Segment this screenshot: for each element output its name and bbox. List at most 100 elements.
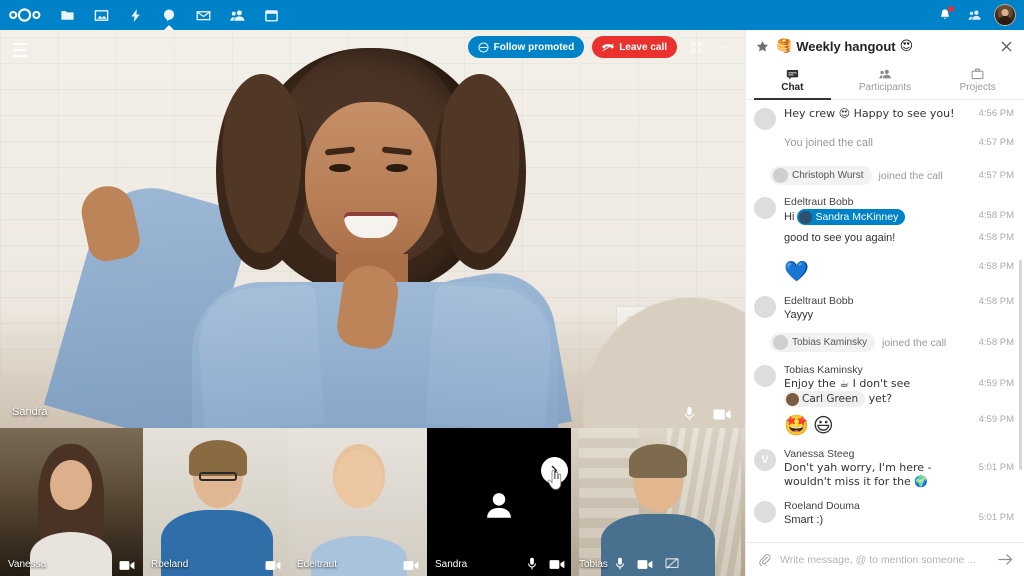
tab-participants[interactable]: Participants — [839, 62, 932, 99]
top-navigation-bar — [0, 0, 1024, 30]
leave-call-button[interactable]: Leave call — [592, 36, 677, 58]
message-avatar-spacer — [754, 261, 776, 283]
message-avatar[interactable] — [754, 296, 776, 318]
participant-tile-roeland[interactable]: Roeland — [143, 428, 289, 576]
message-time: 4:56 PM — [978, 108, 1014, 119]
mention-chip[interactable]: Carl Green — [784, 391, 866, 407]
message-text: joined the call — [882, 336, 947, 349]
close-icon[interactable] — [996, 36, 1016, 56]
message-author: Edeltraut Bobb — [784, 196, 854, 208]
participant-name: Roeland — [151, 559, 189, 570]
message-avatar[interactable]: V — [754, 449, 776, 471]
participant-strip: Vanessa Roeland Edeltraut Sandra Tobias — [0, 428, 745, 576]
talk-icon[interactable] — [152, 0, 186, 30]
avatar-initial: V — [761, 454, 769, 466]
microphone-icon[interactable] — [527, 557, 537, 571]
conversation-title: 🥞 Weekly hangout 😍 — [776, 39, 913, 54]
message-avatar[interactable] — [754, 365, 776, 387]
message-time: 4:58 PM — [978, 210, 1014, 221]
microphone-icon[interactable] — [615, 557, 625, 571]
camera-icon[interactable] — [265, 560, 281, 571]
calendar-icon[interactable] — [254, 0, 288, 30]
send-arrow-icon[interactable] — [996, 551, 1014, 569]
user-chip[interactable]: Tobias Kaminsky — [770, 333, 876, 352]
participant-tile-edeltraut[interactable]: Edeltraut — [289, 428, 427, 576]
mention-chip[interactable]: Sandra McKinney — [797, 209, 906, 225]
message-avatar[interactable] — [754, 197, 776, 219]
message-avatar[interactable] — [754, 501, 776, 523]
chat-sidebar: 🥞 Weekly hangout 😍 Chat Participants Pro… — [745, 30, 1024, 576]
camera-icon[interactable] — [119, 560, 135, 571]
message-time: 4:58 PM — [978, 232, 1014, 243]
screenshare-off-icon[interactable] — [665, 558, 679, 570]
participant-av-icons — [119, 560, 135, 571]
mention-avatar — [799, 210, 813, 224]
promoted-video[interactable]: Follow promoted Leave call Sandra — [0, 30, 745, 428]
message-text: You joined the call — [784, 137, 873, 149]
chat-message: V Vanessa Steeg Don't yah worry, I'm her… — [746, 440, 1024, 492]
follow-promoted-button[interactable]: Follow promoted — [467, 36, 585, 58]
star-icon[interactable] — [756, 40, 769, 53]
app-root: Follow promoted Leave call Sandra Vaness… — [0, 0, 1024, 576]
grid-view-icon[interactable] — [685, 36, 707, 58]
user-avatar[interactable] — [994, 4, 1016, 26]
tab-chat[interactable]: Chat — [746, 62, 839, 100]
notifications-bell-icon[interactable] — [930, 0, 960, 30]
message-text: Don't yah worry, I'm here - wouldn't mis… — [784, 461, 932, 488]
chat-scrollbar[interactable] — [1019, 260, 1022, 470]
message-composer[interactable]: Write message, @ to mention someone ... — [746, 542, 1024, 576]
user-chip[interactable]: Christoph Wurst — [770, 166, 872, 185]
chat-join-message: Christoph Wurst joined the call 4:57 PM — [746, 162, 1024, 189]
chip-avatar — [773, 168, 788, 183]
chat-system-message: You joined the call 4:57 PM — [746, 133, 1024, 162]
camera-icon[interactable] — [549, 559, 565, 570]
microphone-icon[interactable] — [684, 406, 695, 422]
call-controls: Follow promoted Leave call — [467, 36, 737, 58]
hamburger-menu-icon[interactable] — [8, 38, 32, 62]
message-text-suffix: yet? — [865, 392, 893, 405]
message-author: Edeltraut Bobb — [784, 295, 854, 307]
camera-icon[interactable] — [403, 560, 419, 571]
message-avatar[interactable] — [754, 108, 776, 130]
contacts-menu-icon[interactable] — [960, 0, 990, 30]
tab-projects[interactable]: Projects — [931, 62, 1024, 99]
sidebar-header: 🥞 Weekly hangout 😍 — [746, 30, 1024, 62]
mail-icon[interactable] — [186, 0, 220, 30]
camera-icon[interactable] — [637, 559, 653, 570]
chat-message-list[interactable]: Hey crew 😍 Happy to see you! 4:56 PM You… — [746, 100, 1024, 542]
message-time: 4:58 PM — [978, 296, 1014, 307]
message-text: Hey crew 😍 Happy to see you! — [784, 107, 955, 120]
files-icon[interactable] — [50, 0, 84, 30]
paperclip-icon[interactable] — [756, 552, 772, 568]
participant-name: Vanessa — [8, 559, 47, 570]
camera-icon[interactable] — [713, 408, 731, 421]
message-input-placeholder[interactable]: Write message, @ to mention someone ... — [780, 554, 988, 566]
mention-name: Sandra McKinney — [815, 211, 899, 223]
tab-chat-label: Chat — [781, 81, 804, 93]
participant-tile-sandra[interactable]: Sandra — [427, 428, 571, 576]
next-participants-button[interactable] — [541, 457, 568, 484]
message-text: Enjoy the ☕ I don't see Carl Green yet? — [784, 377, 973, 407]
message-time: 5:01 PM — [978, 512, 1014, 523]
message-avatar-spacer — [754, 232, 776, 254]
chat-message: Edeltraut Bobb Yayyy 4:58 PM — [746, 286, 1024, 325]
nextcloud-logo[interactable] — [0, 0, 50, 30]
chat-message: Roeland Douma Smart :) 5:01 PM — [746, 492, 1024, 530]
activity-icon[interactable] — [118, 0, 152, 30]
participant-av-icons — [615, 557, 679, 571]
participant-tile-vanessa[interactable]: Vanessa — [0, 428, 143, 576]
photos-icon[interactable] — [84, 0, 118, 30]
tab-participants-label: Participants — [858, 82, 912, 93]
avatar-placeholder-icon — [487, 493, 511, 518]
leave-call-label: Leave call — [619, 41, 667, 53]
chip-avatar — [773, 335, 788, 350]
message-text-prefix: Hi — [784, 210, 798, 223]
message-text-prefix: Enjoy the ☕ I don't see — [784, 377, 911, 390]
contacts-icon[interactable] — [220, 0, 254, 30]
participant-av-icons — [527, 557, 565, 571]
more-options-icon[interactable] — [715, 36, 737, 58]
promoted-av-icons — [684, 406, 731, 422]
participant-tile-tobias[interactable]: Tobias — [571, 428, 745, 576]
message-author: Tobias Kaminsky — [784, 364, 863, 376]
chat-message: 💙 4:58 PM — [746, 257, 1024, 286]
